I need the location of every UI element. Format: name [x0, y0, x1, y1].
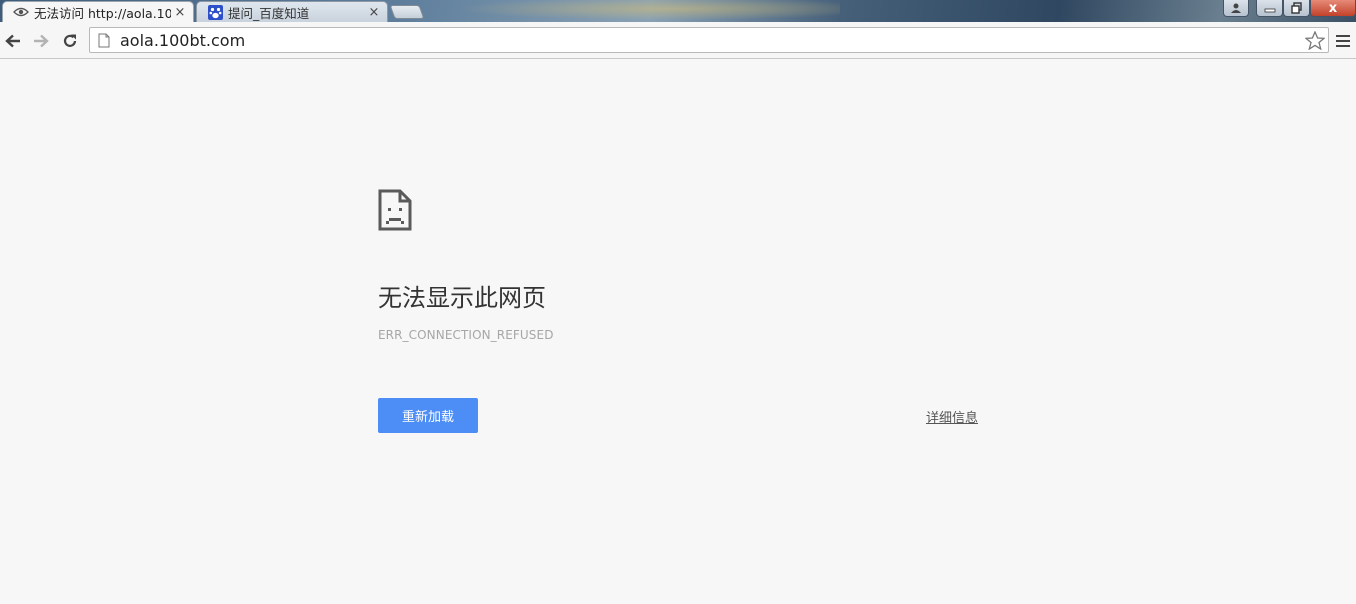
baidu-paw-icon	[207, 4, 223, 20]
user-icon	[1231, 3, 1241, 13]
error-code: ERR_CONNECTION_REFUSED	[378, 328, 554, 342]
window-close-button[interactable]: x	[1310, 0, 1356, 17]
reload-page-button[interactable]: 重新加载	[378, 398, 478, 433]
reload-button[interactable]	[59, 30, 81, 52]
close-icon: x	[1328, 0, 1338, 16]
menu-icon[interactable]	[1335, 32, 1351, 50]
sad-page-icon	[378, 189, 412, 231]
forward-button[interactable]	[30, 30, 52, 52]
titlebar-background	[420, 0, 840, 22]
restore-icon	[1290, 2, 1302, 14]
eye-icon	[13, 4, 29, 20]
tab-inactive[interactable]: 提问_百度知道 ×	[196, 1, 388, 22]
browser-toolbar: aola.100bt.com	[0, 22, 1356, 59]
address-bar[interactable]: aola.100bt.com	[89, 27, 1329, 53]
back-button[interactable]	[2, 30, 24, 52]
url-text[interactable]: aola.100bt.com	[120, 31, 1304, 50]
minimize-icon	[1264, 8, 1275, 13]
reload-icon	[63, 34, 77, 47]
minimize-button[interactable]	[1256, 0, 1283, 17]
error-page: 无法显示此网页 ERR_CONNECTION_REFUSED 重新加载 详细信息	[0, 60, 1356, 604]
new-tab-button[interactable]	[389, 5, 425, 19]
restore-button[interactable]	[1283, 0, 1310, 17]
tab-active[interactable]: 无法访问 http://aola.100b ×	[2, 1, 194, 22]
tab-title: 无法访问 http://aola.100b	[34, 5, 171, 21]
back-arrow-icon	[5, 34, 20, 48]
tab-close-icon[interactable]: ×	[365, 5, 383, 20]
details-link[interactable]: 详细信息	[926, 407, 978, 426]
tab-close-icon[interactable]: ×	[171, 5, 189, 20]
star-icon[interactable]	[1304, 29, 1326, 51]
error-heading: 无法显示此网页	[378, 284, 546, 312]
forward-arrow-icon	[34, 34, 49, 48]
tab-title: 提问_百度知道	[228, 5, 310, 21]
page-icon	[96, 32, 112, 48]
user-profile-button[interactable]	[1223, 0, 1249, 17]
